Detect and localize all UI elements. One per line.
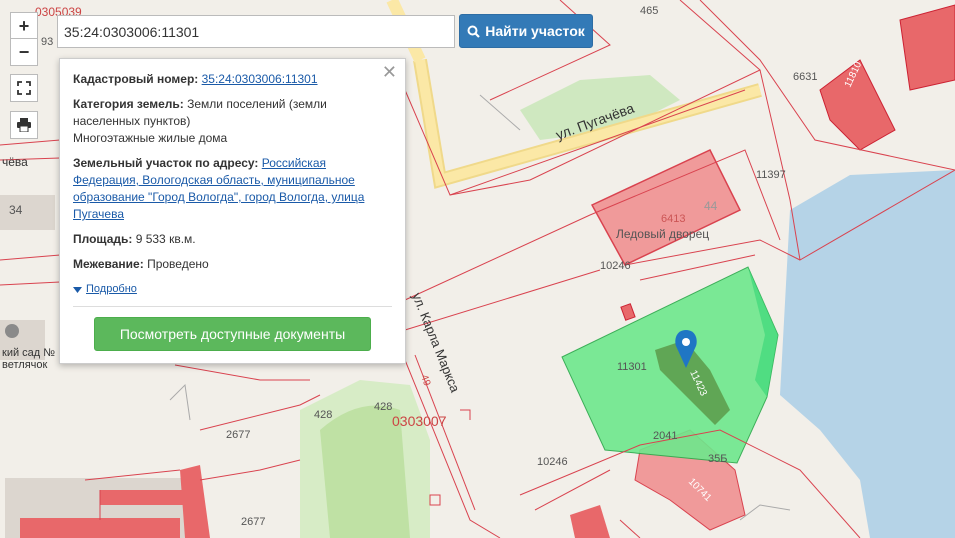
label-10246-a: 10246 xyxy=(600,260,631,272)
address-label: Земельный участок по адресу: xyxy=(73,156,259,170)
view-documents-button[interactable]: Посмотреть доступные документы xyxy=(94,317,371,351)
cadastral-link[interactable]: 35:24:0303006:11301 xyxy=(202,72,318,86)
address-row: Земельный участок по адресу: Российская … xyxy=(73,155,392,223)
label-35b: 35Б xyxy=(708,453,727,465)
cadastral-label: Кадастровый номер: xyxy=(73,72,199,86)
category-label: Категория земель: xyxy=(73,97,184,111)
survey-row: Межевание: Проведено xyxy=(73,256,392,273)
label-ice-palace: Ледовый дворец xyxy=(616,227,709,241)
survey-value: Проведено xyxy=(147,257,209,271)
label-10246-b: 10246 xyxy=(537,456,568,468)
label-93: 93 xyxy=(41,36,53,48)
search-icon xyxy=(467,25,480,38)
label-garden-2: ветлячок xyxy=(2,359,47,371)
zoom-out-button[interactable]: − xyxy=(10,38,38,66)
label-block-0303007: 0303007 xyxy=(392,413,447,429)
area-row: Площадь: 9 533 кв.м. xyxy=(73,231,392,248)
label-34: 34 xyxy=(9,203,23,217)
caret-down-icon xyxy=(73,286,82,293)
expand-icon xyxy=(17,81,31,95)
label-2677-a: 2677 xyxy=(226,429,250,441)
label-428-a: 428 xyxy=(314,409,332,421)
label-428-b: 428 xyxy=(374,401,392,413)
usage-value: Многоэтажные жилые дома xyxy=(73,131,228,145)
find-parcel-label: Найти участок xyxy=(485,23,585,39)
label-pugacheva-left: чёва xyxy=(2,155,28,169)
cadastral-search-input[interactable] xyxy=(57,15,455,48)
details-label: Подробно xyxy=(86,283,137,295)
label-garden-1: кий сад № xyxy=(2,347,55,359)
area-label: Площадь: xyxy=(73,232,133,246)
details-link[interactable]: Подробно xyxy=(73,281,392,298)
area-value: 9 533 кв.м. xyxy=(135,232,196,246)
kindergarten-icon xyxy=(5,324,19,338)
print-button[interactable] xyxy=(10,111,38,139)
zoom-in-button[interactable]: + xyxy=(10,12,38,40)
label-6631: 6631 xyxy=(793,71,817,83)
label-11397: 11397 xyxy=(756,169,786,181)
label-parcel-11301: 11301 xyxy=(617,361,647,373)
parcel-info-popup: ✕ Кадастровый номер: 35:24:0303006:11301… xyxy=(59,58,406,364)
divider xyxy=(73,306,392,307)
label-44: 44 xyxy=(704,199,718,213)
fullscreen-button[interactable] xyxy=(10,74,38,102)
close-icon[interactable]: ✕ xyxy=(382,63,397,81)
find-parcel-button[interactable]: Найти участок xyxy=(459,14,593,48)
label-465: 465 xyxy=(640,5,658,17)
survey-label: Межевание: xyxy=(73,257,144,271)
label-2677-b: 2677 xyxy=(241,516,265,528)
printer-icon xyxy=(17,118,31,132)
category-row: Категория земель: Земли поселений (земли… xyxy=(73,96,392,147)
label-6413: 6413 xyxy=(661,213,685,225)
cadastral-row: Кадастровый номер: 35:24:0303006:11301 xyxy=(73,71,392,88)
label-2041: 2041 xyxy=(653,430,677,442)
